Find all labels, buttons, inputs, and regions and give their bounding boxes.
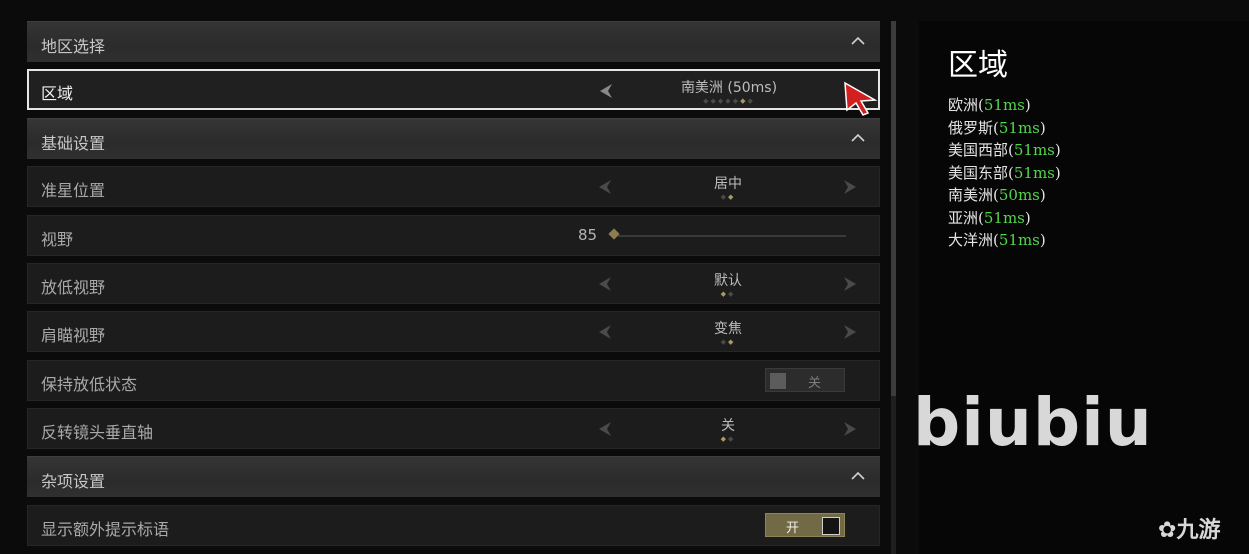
setting-row-ads-fov[interactable]: 放低视野 默认 ◆◆ bbox=[27, 263, 880, 304]
region-item: 俄罗斯(51ms) bbox=[948, 118, 1046, 137]
arrow-left-icon[interactable] bbox=[598, 276, 612, 292]
setting-label: 肩瞄视野 bbox=[41, 326, 106, 345]
toggle-state: 关 bbox=[808, 376, 822, 391]
setting-label: 放低视野 bbox=[41, 278, 106, 297]
option-dot: ◆ bbox=[728, 290, 736, 298]
option-indicator: ◆◆ bbox=[648, 290, 808, 298]
option-dot: ◆ bbox=[728, 338, 736, 346]
arrow-left-icon[interactable] bbox=[599, 83, 613, 99]
slider-track[interactable] bbox=[618, 235, 846, 237]
option-indicator: ◆◆ bbox=[648, 435, 808, 443]
setting-row-fov[interactable]: 视野 85 bbox=[27, 215, 880, 256]
toggle-state: 开 bbox=[786, 521, 800, 536]
option-value: 南美洲 (50ms) bbox=[680, 80, 778, 96]
scrollbar-thumb[interactable] bbox=[891, 21, 896, 396]
setting-row-invert-y[interactable]: 反转镜头垂直轴 关 ◆◆ bbox=[27, 408, 880, 449]
section-header-misc[interactable]: 杂项设置 bbox=[27, 456, 880, 497]
section-title: 地区选择 bbox=[41, 37, 106, 56]
arrow-left-icon[interactable] bbox=[598, 421, 612, 437]
option-dot: ◆ bbox=[720, 435, 728, 443]
setting-label: 反转镜头垂直轴 bbox=[41, 423, 154, 442]
option-value: 变焦 bbox=[714, 321, 742, 337]
option-dot: ◆ bbox=[720, 193, 728, 201]
mouse-cursor-icon bbox=[844, 81, 878, 116]
setting-label: 区域 bbox=[41, 84, 74, 103]
arrow-right-icon[interactable] bbox=[843, 179, 857, 195]
watermark: biubiu bbox=[913, 384, 1153, 461]
setting-row-shoulder-fov[interactable]: 肩瞄视野 变焦 ◆◆ bbox=[27, 311, 880, 352]
logo-glyph-icon: ✿ bbox=[1158, 518, 1177, 543]
option-dot: ◆ bbox=[725, 97, 733, 105]
setting-label: 视野 bbox=[41, 230, 74, 249]
option-dot: ◆ bbox=[747, 97, 755, 105]
toggle-knob bbox=[770, 373, 786, 389]
section-header-basic[interactable]: 基础设置 bbox=[27, 118, 880, 159]
setting-row-hold-ads[interactable]: 保持放低状态 关 bbox=[27, 360, 880, 401]
setting-label: 保持放低状态 bbox=[41, 375, 138, 394]
toggle-switch[interactable]: 关 bbox=[765, 368, 845, 392]
option-dot: ◆ bbox=[732, 97, 741, 105]
option-value: 居中 bbox=[714, 176, 742, 192]
option-dot: ◆ bbox=[720, 338, 728, 346]
region-item: 亚洲(51ms) bbox=[948, 208, 1031, 227]
arrow-left-icon[interactable] bbox=[598, 324, 612, 340]
toggle-switch[interactable]: 开 bbox=[765, 513, 845, 537]
option-dot: ◆ bbox=[728, 193, 736, 201]
region-item: 欧洲(51ms) bbox=[948, 96, 1031, 114]
setting-label: 显示额外提示标语 bbox=[41, 520, 170, 539]
option-dot: ◆ bbox=[710, 97, 718, 105]
chevron-up-icon[interactable] bbox=[850, 130, 866, 146]
section-title: 基础设置 bbox=[41, 134, 106, 153]
region-item: 美国东部(51ms) bbox=[948, 163, 1061, 182]
option-indicator: ◆◆◆◆◆◆◆ bbox=[649, 97, 809, 105]
region-item: 南美洲(50ms) bbox=[948, 186, 1046, 204]
arrow-right-icon[interactable] bbox=[843, 324, 857, 340]
region-list: 欧洲(51ms) 俄罗斯(51ms) 美国西部(51ms) 美国东部(51ms)… bbox=[948, 94, 1061, 252]
option-value: 关 bbox=[721, 418, 735, 434]
info-panel: 区域 欧洲(51ms) 俄罗斯(51ms) 美国西部(51ms) 美国东部(51… bbox=[919, 21, 1249, 554]
slider-value: 85 bbox=[578, 226, 598, 244]
site-logo: ✿九游 bbox=[1158, 518, 1221, 543]
setting-row-region[interactable]: 区域 南美洲 (50ms) ◆◆◆◆◆◆◆ bbox=[27, 69, 880, 110]
arrow-right-icon[interactable] bbox=[843, 421, 857, 437]
option-indicator: ◆◆ bbox=[648, 338, 808, 346]
region-item: 大洋洲(51ms) bbox=[948, 231, 1046, 249]
slider-handle[interactable] bbox=[608, 228, 620, 240]
option-dot: ◆ bbox=[728, 435, 736, 443]
section-header-region[interactable]: 地区选择 bbox=[27, 21, 880, 62]
setting-row-extra-hints[interactable]: 显示额外提示标语 开 bbox=[27, 505, 880, 546]
option-dot: ◆ bbox=[703, 97, 711, 105]
info-title: 区域 bbox=[948, 48, 1008, 83]
chevron-up-icon[interactable] bbox=[850, 468, 866, 484]
section-title: 杂项设置 bbox=[41, 472, 106, 491]
arrow-left-icon[interactable] bbox=[598, 179, 612, 195]
arrow-right-icon[interactable] bbox=[843, 276, 857, 292]
setting-row-crosshair[interactable]: 准星位置 居中 ◆◆ bbox=[27, 166, 880, 207]
option-indicator: ◆◆ bbox=[648, 193, 808, 201]
chevron-up-icon[interactable] bbox=[850, 33, 866, 49]
option-value: 默认 bbox=[714, 273, 742, 289]
region-item: 美国西部(51ms) bbox=[948, 141, 1061, 159]
toggle-knob bbox=[822, 517, 840, 535]
setting-label: 准星位置 bbox=[41, 181, 106, 200]
scrollbar[interactable] bbox=[891, 21, 896, 554]
option-dot: ◆ bbox=[720, 290, 728, 298]
